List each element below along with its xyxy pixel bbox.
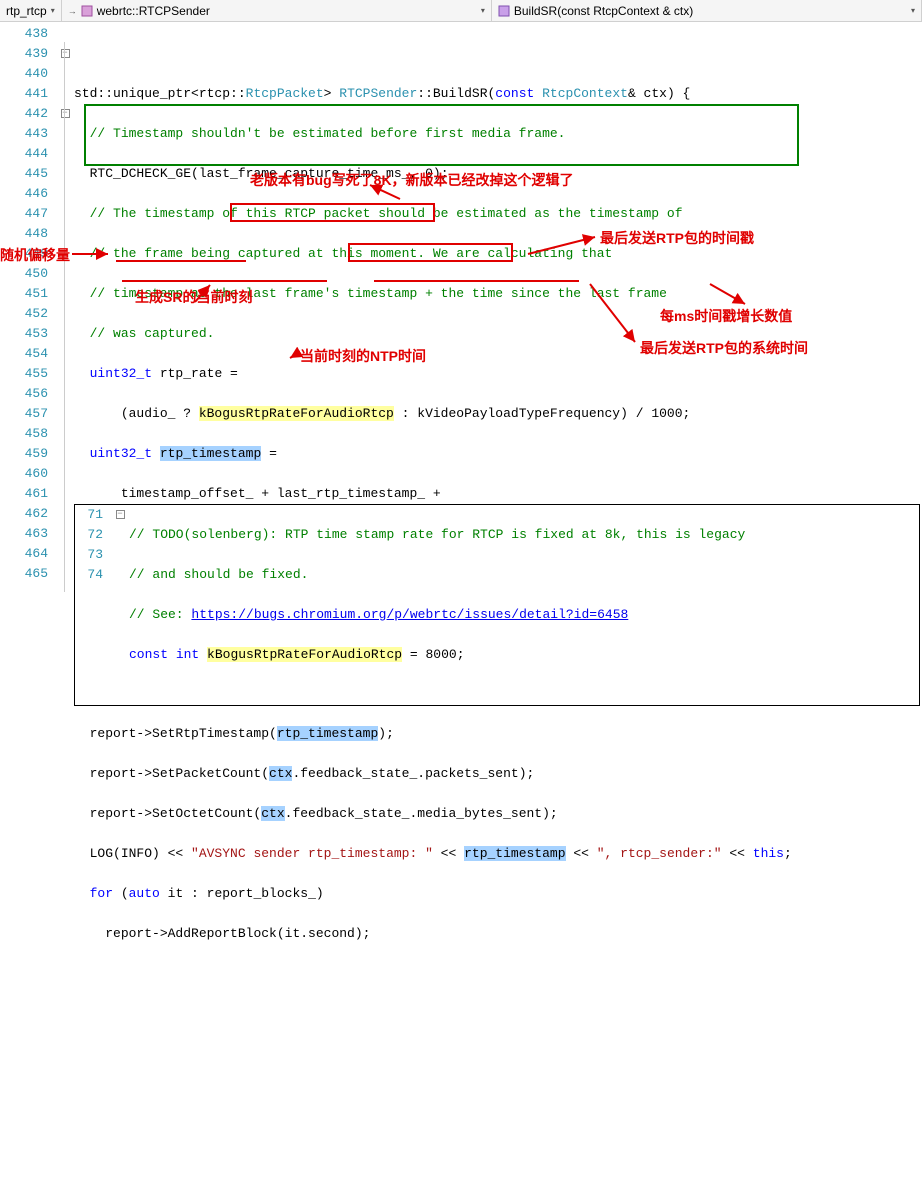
method-icon bbox=[498, 5, 510, 17]
class-icon bbox=[81, 5, 93, 17]
inset-code[interactable]: // TODO(solenberg): RTP time stamp rate … bbox=[129, 505, 919, 705]
annotation-underline bbox=[374, 280, 579, 282]
chevron-down-icon: ▾ bbox=[481, 6, 485, 15]
arrow-icon: → bbox=[68, 6, 77, 16]
breadcrumb-toolbar: rtp_rtcp ▾ → webrtc::RTCPSender ▾ BuildS… bbox=[0, 0, 922, 22]
fold-toggle[interactable]: − bbox=[61, 109, 70, 118]
scope-label: rtp_rtcp bbox=[6, 4, 47, 18]
chevron-down-icon: ▾ bbox=[911, 6, 915, 15]
inset-gutter: 71727374 bbox=[75, 505, 111, 705]
fold-gutter: − − bbox=[56, 22, 74, 592]
function-selector[interactable]: BuildSR(const RtcpContext & ctx) ▾ bbox=[492, 0, 922, 21]
annotation-underline bbox=[122, 280, 327, 282]
code-editor[interactable]: 4384394404414424434444454464474484494504… bbox=[0, 22, 922, 592]
hyperlink[interactable]: https://bugs.chromium.org/p/webrtc/issue… bbox=[191, 607, 628, 622]
line-number-gutter: 4384394404414424434444454464474484494504… bbox=[0, 22, 56, 592]
function-label: BuildSR(const RtcpContext & ctx) bbox=[514, 4, 693, 18]
scope-selector[interactable]: rtp_rtcp ▾ bbox=[0, 0, 62, 21]
inset-fold: − bbox=[111, 505, 129, 705]
chevron-down-icon: ▾ bbox=[51, 6, 55, 15]
class-selector[interactable]: → webrtc::RTCPSender ▾ bbox=[62, 0, 492, 21]
inset-code-panel: 71727374 − // TODO(solenberg): RTP time … bbox=[74, 504, 920, 706]
fold-toggle[interactable]: − bbox=[61, 49, 70, 58]
class-label: webrtc::RTCPSender bbox=[97, 4, 210, 18]
fold-toggle[interactable]: − bbox=[116, 510, 125, 519]
